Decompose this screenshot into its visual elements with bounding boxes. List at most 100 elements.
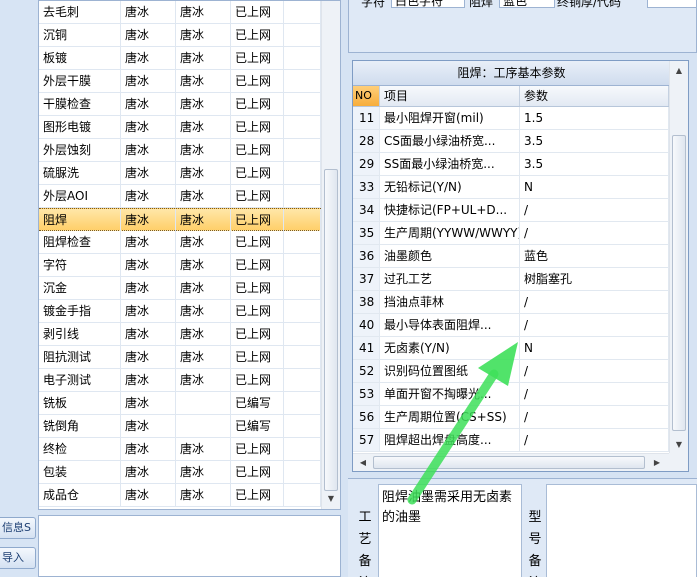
process-row[interactable]: 电子测试 唐冰 唐冰 已上网 [39, 369, 321, 392]
process-row[interactable]: 铣板 唐冰 已编写 [39, 392, 321, 415]
process-row[interactable]: 字符 唐冰 唐冰 已上网 [39, 254, 321, 277]
param-row[interactable]: 36 油墨颜色 蓝色 [353, 245, 669, 268]
scroll-down-arrow-icon[interactable]: ▼ [325, 493, 337, 505]
process-name: 铣板 [39, 392, 121, 414]
scroll-thumb[interactable] [324, 169, 338, 491]
param-row[interactable]: 57 阻焊超出焊盘高度... / [353, 429, 669, 452]
param-item: 识别码位置图纸 [380, 360, 520, 382]
status-text: 已上网 [231, 116, 284, 138]
process-row[interactable]: 外层干膜 唐冰 唐冰 已上网 [39, 70, 321, 93]
reviewer-name: 唐冰 [176, 209, 231, 231]
reviewer-name: 唐冰 [176, 369, 231, 391]
param-row[interactable]: 56 生产周期位置(CS+SS) / [353, 406, 669, 429]
param-row[interactable]: 41 无卤素(Y/N) N [353, 337, 669, 360]
process-name: 图形电镀 [39, 116, 121, 138]
scroll-thumb[interactable] [373, 456, 645, 469]
param-row[interactable]: 33 无铅标记(Y/N) N [353, 176, 669, 199]
extra-cell [284, 369, 321, 391]
extra-cell [284, 70, 321, 92]
param-no: 34 [353, 199, 380, 221]
process-row[interactable]: 阻焊检查 唐冰 唐冰 已上网 [39, 231, 321, 254]
status-text: 已上网 [231, 24, 284, 46]
reviewer-name: 唐冰 [176, 231, 231, 253]
engineer-name: 唐冰 [121, 438, 176, 460]
reviewer-name: 唐冰 [176, 185, 231, 207]
process-row[interactable]: 剥引线 唐冰 唐冰 已上网 [39, 323, 321, 346]
param-row[interactable]: 53 单面开窗不掏曝光... / [353, 383, 669, 406]
param-row[interactable]: 52 识别码位置图纸 / [353, 360, 669, 383]
param-row[interactable]: 11 最小阻焊开窗(mil) 1.5 [353, 107, 669, 130]
engineer-name: 唐冰 [121, 70, 176, 92]
param-item: CS面最小绿油桥宽... [380, 130, 520, 152]
process-row[interactable]: 阻焊 唐冰 唐冰 已上网 [39, 208, 321, 231]
process-row[interactable]: 外层AOI 唐冰 唐冰 已上网 [39, 185, 321, 208]
param-row[interactable]: 34 快捷标记(FP+UL+D... / [353, 199, 669, 222]
reviewer-name: 唐冰 [176, 438, 231, 460]
process-row[interactable]: 硫脲洗 唐冰 唐冰 已上网 [39, 162, 321, 185]
mask-label: 阻焊 [469, 0, 494, 9]
param-grid-header: NO 项目 参数 [353, 86, 669, 107]
extra-cell [284, 300, 321, 322]
param-row[interactable]: 38 挡油点菲林 / [353, 291, 669, 314]
scroll-up-arrow-icon[interactable]: ▲ [673, 65, 685, 77]
extra-cell [284, 484, 321, 506]
param-value: N [520, 337, 669, 359]
param-row[interactable]: 37 过孔工艺 树脂塞孔 [353, 268, 669, 291]
process-row[interactable]: 板镀 唐冰 唐冰 已上网 [39, 47, 321, 70]
process-row[interactable]: 包装 唐冰 唐冰 已上网 [39, 461, 321, 484]
engineer-name: 唐冰 [121, 300, 176, 322]
status-text: 已上网 [231, 300, 284, 322]
engineer-name: 唐冰 [121, 93, 176, 115]
param-value: / [520, 199, 669, 221]
process-row[interactable]: 外层蚀刻 唐冰 唐冰 已上网 [39, 139, 321, 162]
scroll-thumb[interactable] [672, 135, 686, 431]
param-row[interactable]: 29 SS面最小绿油桥宽... 3.5 [353, 153, 669, 176]
import-button[interactable]: 导入 [0, 547, 36, 569]
reviewer-name: 唐冰 [176, 1, 231, 23]
param-row[interactable]: 35 生产周期(YYWW/WWYY) / [353, 222, 669, 245]
process-row[interactable]: 阻抗测试 唐冰 唐冰 已上网 [39, 346, 321, 369]
param-no: 33 [353, 176, 380, 198]
engineer-name: 唐冰 [121, 346, 176, 368]
process-note-field[interactable]: 阻焊油墨需采用无卤素的油墨 [378, 484, 522, 577]
param-grid-hscrollbar[interactable]: ◀ ▶ [353, 453, 669, 471]
param-row[interactable]: 28 CS面最小绿油桥宽... 3.5 [353, 130, 669, 153]
scroll-right-arrow-icon[interactable]: ▶ [651, 457, 663, 469]
process-row[interactable]: 镀金手指 唐冰 唐冰 已上网 [39, 300, 321, 323]
status-text: 已上网 [231, 47, 284, 69]
param-value: / [520, 222, 669, 244]
process-row[interactable]: 沉铜 唐冰 唐冰 已上网 [39, 24, 321, 47]
app-window: 信息S 导入 去毛刺 唐冰 唐冰 已上网 沉铜 唐冰 唐冰 已上网 板镀 唐冰 唐冰 已上网 外层干膜唐… [0, 0, 697, 577]
char-field[interactable]: 白色字符 [391, 0, 465, 8]
process-row[interactable]: 干膜检查 唐冰 唐冰 已上网 [39, 93, 321, 116]
scroll-down-arrow-icon[interactable]: ▼ [673, 439, 685, 451]
top-info-panel: 字符 白色字符 阻焊 蓝色 终铜厚/代码 [348, 0, 697, 53]
process-row[interactable]: 沉金 唐冰 唐冰 已上网 [39, 277, 321, 300]
extra-cell [284, 231, 321, 253]
scroll-left-arrow-icon[interactable]: ◀ [357, 457, 369, 469]
header-item[interactable]: 项目 [380, 86, 520, 106]
param-item: 生产周期位置(CS+SS) [380, 406, 520, 428]
process-row[interactable]: 成品仓 唐冰 唐冰 已上网 [39, 484, 321, 507]
header-no[interactable]: NO [353, 86, 380, 106]
info-button[interactable]: 信息S [0, 517, 36, 539]
param-grid-panel: 阻焊：工序基本参数 NO 项目 参数 11 最小阻焊开窗(mil) 1.5 28 CS面… [352, 60, 689, 472]
reviewer-name: 唐冰 [176, 323, 231, 345]
param-grid-caption: 阻焊：工序基本参数 [353, 61, 688, 86]
notes-panel: 工艺备注 阻焊油墨需采用无卤素的油墨 型号备注 [348, 478, 697, 577]
extra-cell [284, 116, 321, 138]
process-row[interactable]: 图形电镀 唐冰 唐冰 已上网 [39, 116, 321, 139]
process-row[interactable]: 去毛刺 唐冰 唐冰 已上网 [39, 1, 321, 24]
process-row[interactable]: 铣倒角 唐冰 已编写 [39, 415, 321, 438]
engineer-name: 唐冰 [121, 47, 176, 69]
param-item: 阻焊超出焊盘高度... [380, 429, 520, 451]
model-note-field[interactable] [546, 484, 697, 577]
param-grid-vscrollbar[interactable]: ▲ ▼ [669, 61, 688, 453]
header-value[interactable]: 参数 [520, 86, 669, 106]
process-list-scrollbar[interactable]: ▼ [321, 1, 340, 509]
param-row[interactable]: 40 最小导体表面阻焊... / [353, 314, 669, 337]
bottom-left-text-area[interactable] [38, 515, 341, 577]
process-row[interactable]: 终检 唐冰 唐冰 已上网 [39, 438, 321, 461]
mask-field[interactable]: 蓝色 [499, 0, 555, 8]
copper-field[interactable] [647, 0, 696, 8]
